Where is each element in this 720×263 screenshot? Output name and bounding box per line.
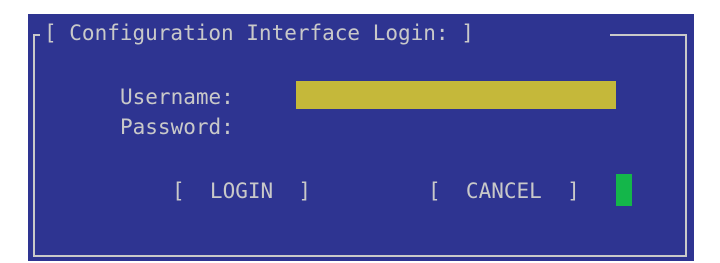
dialog-title: [ Configuration Interface Login: ] — [44, 21, 474, 45]
frame-bottom-line — [33, 255, 687, 257]
login-dialog: [ Configuration Interface Login: ] Usern… — [28, 14, 694, 261]
terminal-screen: [ Configuration Interface Login: ] Usern… — [0, 0, 720, 263]
password-label: Password: — [120, 115, 234, 139]
username-field[interactable] — [296, 81, 616, 109]
frame-right-line — [685, 34, 687, 257]
frame-top-right-line — [610, 34, 687, 36]
password-field[interactable] — [296, 112, 616, 140]
cancel-button[interactable]: [ CANCEL ] — [428, 178, 580, 204]
username-label: Username: — [120, 85, 234, 109]
frame-left-line — [33, 34, 35, 257]
text-cursor — [616, 174, 632, 206]
login-button[interactable]: [ LOGIN ] — [172, 178, 311, 204]
